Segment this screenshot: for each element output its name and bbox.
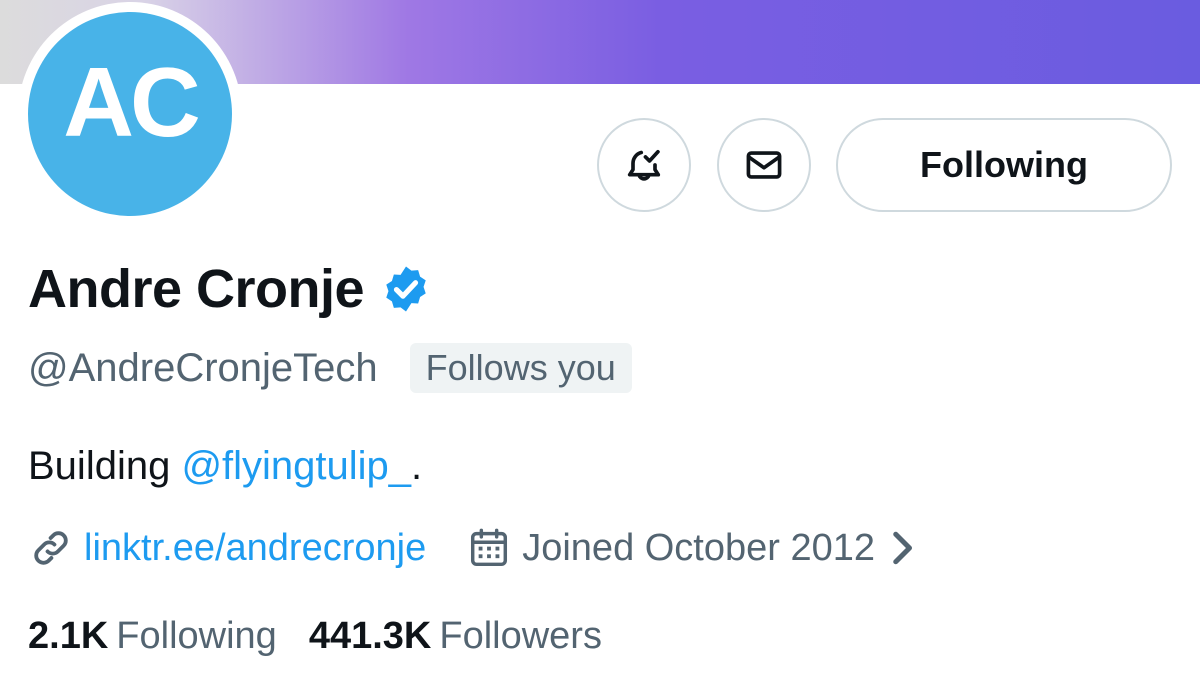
- bio-suffix: .: [411, 444, 423, 488]
- verified-badge-icon[interactable]: [380, 263, 432, 315]
- following-count: 2.1K: [28, 614, 109, 657]
- bell-check-icon: [627, 149, 661, 181]
- avatar[interactable]: AC: [18, 2, 242, 226]
- notifications-button[interactable]: [597, 118, 691, 212]
- profile-bio: Building @flyingtulip_.: [28, 444, 422, 489]
- message-button[interactable]: [717, 118, 811, 212]
- following-stat[interactable]: 2.1K Following: [28, 615, 277, 658]
- avatar-initials: AC: [28, 12, 232, 216]
- follows-you-badge: Follows you: [409, 343, 632, 393]
- envelope-icon: [746, 151, 782, 179]
- profile-page: AC Following Andre Cronje @AndreCronjeTe…: [0, 0, 1200, 679]
- display-name: Andre Cronje: [28, 259, 365, 319]
- handle-row: @AndreCronjeTech Follows you: [28, 340, 632, 396]
- following-button[interactable]: Following: [836, 118, 1172, 212]
- follow-stats: 2.1K Following 441.3K Followers: [28, 610, 602, 662]
- user-handle: @AndreCronjeTech: [28, 345, 378, 390]
- following-label: Following: [116, 614, 277, 657]
- calendar-icon: [471, 528, 508, 567]
- name-row: Andre Cronje: [28, 254, 432, 324]
- followers-label: Followers: [439, 614, 602, 657]
- followers-count: 441.3K: [308, 614, 432, 657]
- profile-website-link[interactable]: linktr.ee/andrecronje: [84, 527, 426, 570]
- bio-mention-link[interactable]: @flyingtulip_: [181, 444, 411, 488]
- profile-meta: linktr.ee/andrecronje Joined October 201…: [28, 520, 917, 576]
- chevron-right-icon[interactable]: [887, 528, 917, 568]
- bio-text: Building: [28, 444, 182, 488]
- link-icon: [34, 531, 68, 565]
- followers-stat[interactable]: 441.3K Followers: [309, 615, 602, 658]
- joined-date: Joined October 2012: [522, 526, 876, 569]
